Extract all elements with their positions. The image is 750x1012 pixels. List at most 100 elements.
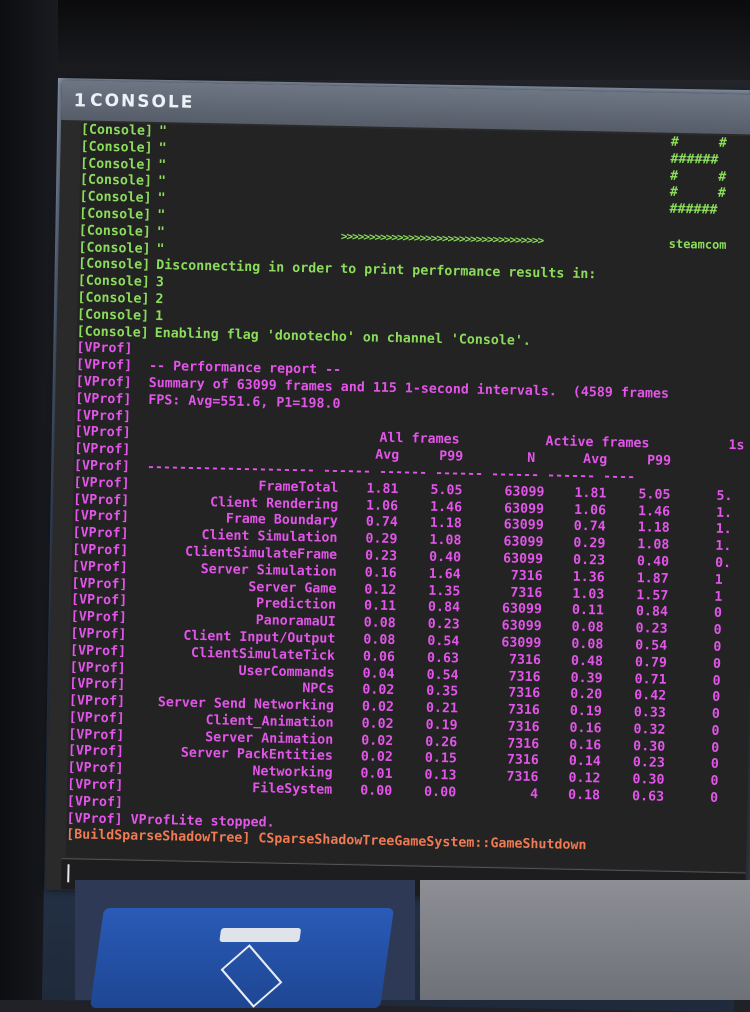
row-active-avg: 0.20 — [570, 687, 603, 703]
row-active-p99: 0.30 — [632, 738, 666, 755]
row-n: 7316 — [507, 719, 540, 736]
console-tag: [Console] — [76, 323, 149, 341]
row-avg: 0.02 — [361, 716, 394, 732]
row-n: 7316 — [510, 568, 543, 584]
row-n: 7316 — [506, 752, 539, 769]
row-p99: 0.54 — [426, 667, 459, 683]
row-cut: 0 — [710, 740, 720, 756]
row-avg: 0.00 — [359, 783, 393, 800]
row-cut: 1. — [715, 538, 732, 555]
row-avg: 0.29 — [365, 531, 398, 548]
row-avg: 0.02 — [362, 682, 395, 699]
row-active-avg: 0.74 — [573, 519, 606, 535]
row-n: 7316 — [507, 702, 541, 719]
row-active-avg: 0.29 — [573, 535, 606, 552]
vprof-tag: [VProf] — [68, 693, 126, 710]
row-p99: 5.05 — [430, 482, 463, 499]
row-active-avg: 0.12 — [568, 771, 601, 787]
console-text: " — [149, 207, 166, 224]
console-text: " — [148, 241, 165, 257]
console-tag: [Console] — [80, 122, 154, 139]
row-active-p99: 0.71 — [634, 671, 667, 688]
row-p99: 1.18 — [429, 516, 462, 532]
row-active-p99: 0.63 — [631, 789, 665, 805]
console-url-fragment: steamcom — [668, 236, 727, 252]
console-tag: [Console] — [78, 223, 152, 240]
row-p99: 1.35 — [428, 583, 461, 599]
vprof-tag: [VProf] — [71, 559, 129, 576]
vprof-tag: [VProf] — [74, 407, 132, 425]
vprof-tag: [VProf] — [68, 726, 125, 744]
vprof-tag: [VProf] — [70, 626, 127, 643]
row-avg: 0.02 — [361, 733, 394, 749]
background-scenery — [420, 880, 750, 1000]
row-active-avg: 0.18 — [567, 787, 601, 804]
row-active-p99: 5.05 — [638, 486, 671, 503]
row-cut: 1. — [715, 505, 733, 521]
row-p99: 0.54 — [427, 633, 460, 650]
vprof-tag: [VProf] — [72, 508, 130, 525]
row-p99: 0.13 — [424, 768, 457, 784]
footer-tag: [BuildSparseShadowTree] — [66, 827, 251, 847]
console-tag: [Console] — [77, 256, 151, 274]
console-text: " — [150, 157, 167, 173]
row-active-p99: 0.32 — [633, 722, 666, 738]
row-n: 7316 — [508, 652, 542, 668]
vprof-tag: [VProf] — [70, 592, 128, 609]
row-n: 63099 — [503, 534, 544, 551]
console-text: " — [149, 174, 167, 190]
row-avg: 0.12 — [364, 581, 397, 598]
footer-text — [123, 795, 131, 810]
row-cut: 1. — [715, 522, 732, 538]
footer-tag: [VProf] — [66, 794, 124, 811]
console-tag: [Console] — [79, 172, 153, 190]
row-avg: 1.06 — [365, 497, 399, 514]
ascii-art: # # — [669, 185, 726, 202]
row-p99: 0.23 — [427, 616, 460, 633]
row-avg: 0.01 — [360, 766, 393, 783]
row-active-p99: 1.46 — [637, 503, 671, 520]
row-p99: 0.63 — [426, 650, 460, 667]
row-n: 4 — [529, 787, 539, 803]
footer-tag: [VProf] — [66, 810, 123, 828]
vprof-tag: [VProf] — [74, 424, 131, 441]
row-avg: 0.11 — [363, 598, 397, 615]
row-cut: 0 — [710, 757, 719, 773]
row-p99: 0.00 — [423, 784, 457, 801]
row-avg: 0.23 — [364, 548, 398, 565]
row-cut: 0 — [711, 723, 720, 739]
row-active-avg: 1.06 — [573, 502, 607, 519]
console-tag: [Console] — [78, 239, 151, 257]
vprof-tag: [VProf] — [67, 760, 124, 777]
console-text: " — [149, 191, 166, 207]
column-header: P — [699, 455, 750, 473]
row-p99: 1.64 — [428, 566, 461, 583]
group-1s: 1s — [728, 438, 745, 454]
row-n: 7316 — [508, 668, 541, 685]
row-n: 63099 — [502, 551, 544, 568]
row-n: 63099 — [503, 500, 545, 517]
row-active-p99: 1.18 — [637, 520, 670, 537]
console-log[interactable]: [Console] " # # [Console] " ###### [Console]… — [65, 122, 750, 872]
row-cut: 1 — [714, 589, 723, 605]
column-header: P99 — [439, 449, 464, 465]
row-active-p99: 0.84 — [635, 604, 669, 621]
row-avg: 0.04 — [362, 665, 395, 682]
console-text: " — [148, 224, 166, 240]
row-active-avg: 1.81 — [574, 485, 607, 502]
console-tag: [Console] — [79, 189, 152, 207]
vprof-tag: [VProf] — [67, 743, 125, 760]
row-n: 63099 — [504, 484, 545, 500]
row-n: 63099 — [501, 601, 543, 618]
row-active-avg: 0.48 — [570, 653, 604, 670]
monitor-bezel-top — [0, 0, 750, 80]
row-avg: 0.02 — [361, 699, 395, 716]
column-header: P99 — [646, 453, 672, 469]
vprof-tag: [VProf] — [72, 542, 129, 559]
vprof-tag: [VProf] — [75, 391, 132, 408]
row-cut: 0 — [713, 639, 722, 655]
row-active-avg: 0.14 — [568, 754, 601, 770]
vprof-tag: [VProf] — [72, 525, 129, 542]
console-tag: [Console] — [77, 273, 150, 291]
row-avg: 0.16 — [364, 565, 397, 581]
